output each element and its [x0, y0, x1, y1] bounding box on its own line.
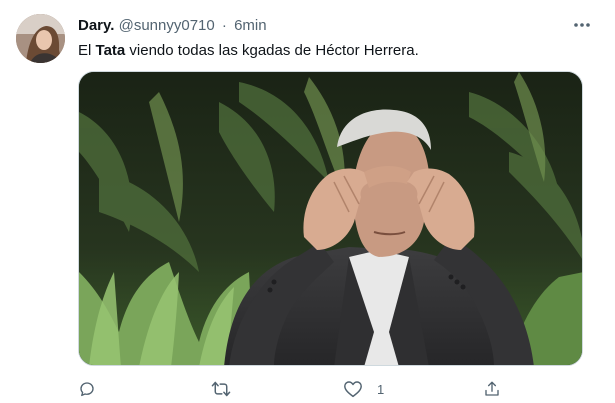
tweet-timestamp[interactable]: 6min	[234, 17, 267, 34]
media-photo	[79, 72, 582, 365]
share-icon	[485, 381, 499, 396]
retweet-button[interactable]	[211, 378, 231, 400]
retweet-icon	[211, 381, 231, 397]
heart-icon	[344, 381, 362, 398]
tweet-text-prefix: El	[78, 42, 96, 59]
tweet-media-image[interactable]	[78, 71, 583, 366]
more-options-button[interactable]	[569, 13, 595, 37]
tweet-text: El Tata viendo todas las kgadas de Hécto…	[78, 41, 419, 60]
like-button[interactable]: 1	[343, 378, 384, 400]
author-handle[interactable]: @sunnyy0710	[119, 17, 215, 34]
tweet-text-rest: viendo todas las kgadas de Héctor Herrer…	[125, 42, 419, 59]
tweet-text-bold: Tata	[95, 42, 126, 59]
avatar-image	[16, 14, 65, 63]
separator-dot: ·	[221, 17, 227, 34]
avatar[interactable]	[16, 14, 65, 63]
tweet[interactable]: Dary. @sunnyy0710 · 6min El Tata viendo …	[0, 0, 615, 403]
more-horizontal-icon	[574, 23, 590, 27]
reply-icon	[80, 382, 94, 397]
share-button[interactable]	[483, 378, 501, 400]
author-name[interactable]: Dary.	[78, 17, 114, 34]
tweet-header: Dary. @sunnyy0710 · 6min	[78, 17, 267, 35]
tweet-actions: 1	[78, 378, 518, 402]
reply-button[interactable]	[78, 378, 96, 400]
like-count: 1	[377, 381, 385, 397]
